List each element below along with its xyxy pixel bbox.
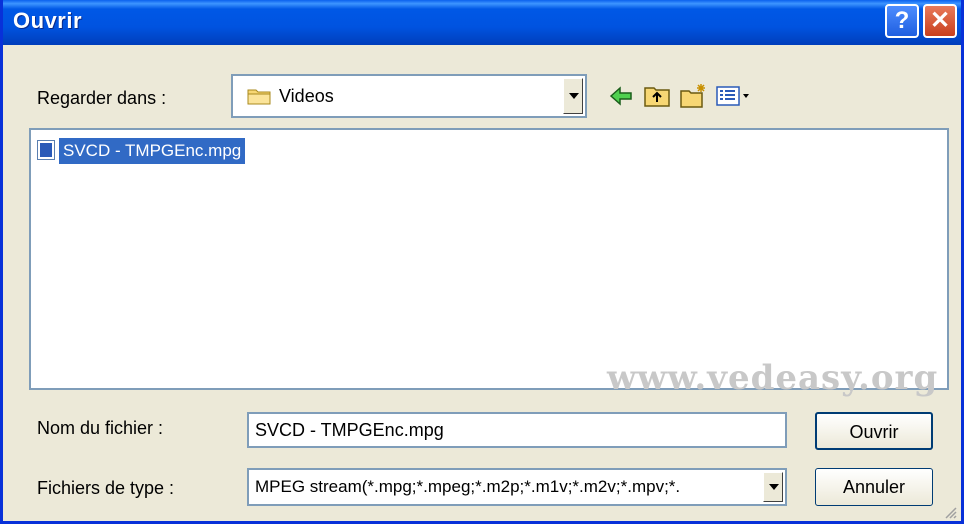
up-folder-icon[interactable] — [643, 82, 671, 110]
look-in-value: Videos — [279, 86, 334, 106]
look-in-label: Regarder dans : — [37, 88, 167, 108]
look-in-dropdown[interactable]: Videos — [231, 74, 587, 118]
video-file-icon — [37, 140, 55, 160]
dialog-title: Ouvrir — [13, 8, 83, 33]
filetype-dropdown-arrow[interactable] — [763, 472, 783, 502]
watermark: www.vedeasy.org — [607, 358, 939, 398]
folder-icon — [247, 89, 271, 105]
filetype-label: Fichiers de type : — [37, 478, 175, 498]
open-dialog: Ouvrir ? ✕ Regarder dans : Videos SVCD -… — [0, 0, 964, 524]
filename-label: Nom du fichier : — [37, 418, 164, 438]
filename-input[interactable]: SVCD - TMPGEnc.mpg — [247, 412, 787, 448]
open-button[interactable]: Ouvrir — [815, 412, 933, 450]
help-button[interactable]: ? — [885, 4, 919, 38]
filetype-value: MPEG stream(*.mpg;*.mpeg;*.m2p;*.m1v;*.m… — [255, 477, 681, 496]
look-in-dropdown-arrow[interactable] — [563, 78, 583, 114]
close-button[interactable]: ✕ — [923, 4, 957, 38]
file-list[interactable]: SVCD - TMPGEnc.mpg — [29, 128, 949, 390]
view-menu-icon[interactable] — [715, 82, 755, 110]
new-folder-icon[interactable] — [679, 82, 707, 110]
file-name: SVCD - TMPGEnc.mpg — [59, 138, 246, 164]
back-icon[interactable] — [607, 82, 635, 110]
resize-grip-icon[interactable] — [943, 505, 957, 519]
title-bar[interactable]: Ouvrir ? ✕ — [3, 0, 961, 45]
cancel-button[interactable]: Annuler — [815, 468, 933, 506]
filetype-select[interactable]: MPEG stream(*.mpg;*.mpeg;*.m2p;*.m1v;*.m… — [247, 468, 787, 506]
